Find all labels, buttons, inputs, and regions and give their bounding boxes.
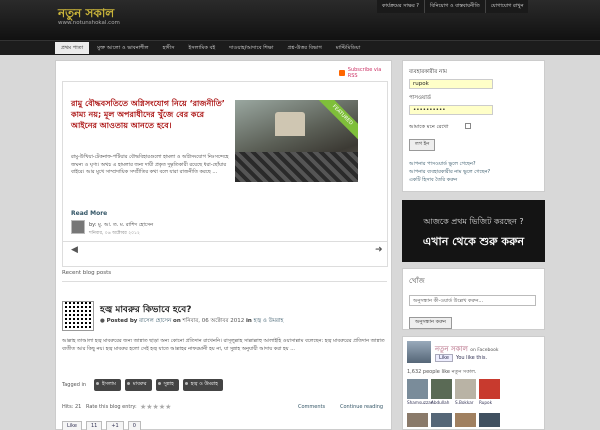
main-content: Subscribe via RSS রামু বৌদ্ধবসতিতে অগ্নি… [55, 60, 392, 430]
comments-link[interactable]: Comments [298, 404, 325, 410]
fb-face[interactable]: Abdullah [431, 379, 452, 405]
top-links: কার্যক্রমের সাক্ষর ? বিনিয়োগ ও বাস্তবায… [377, 0, 529, 13]
remember-checkbox[interactable] [465, 123, 471, 129]
nav-item-books[interactable]: ইসলামিক বই [183, 42, 222, 54]
tag-1[interactable]: ইসলাম [94, 379, 121, 391]
nav-item-hadith[interactable]: হাদীস [157, 42, 181, 54]
post-title[interactable]: হজ্ব মাবরুর কিভাবে হবে? [100, 302, 191, 317]
search-input[interactable]: অনুসন্ধান কী-ওয়ার্ড উল্লেখ করুন... [409, 295, 536, 306]
username-label: ব্যবহারকারীর নাম [409, 69, 447, 75]
featured-author[interactable]: by: মু. আ. ত. ম. রাশিদ হোসেন [89, 222, 153, 230]
post-author-link[interactable]: রাসেল হোসেন [139, 318, 171, 324]
fb-faces-row-2 [407, 413, 500, 427]
gplus-count: 0 [127, 421, 141, 430]
forgot-password-link[interactable]: আপনার পাসওয়ার্ড ভুলে গেছেন? [409, 160, 538, 168]
fb-like-count-text: 1,632 people like নতুন সকাল. [407, 369, 477, 375]
fb-like-button[interactable]: Like [62, 421, 82, 430]
post-category-link[interactable]: হজ্ব ও উমরাহ [254, 318, 284, 324]
recent-posts-heading: Recent blog posts [62, 270, 112, 276]
featured-excerpt: রামু-উখিয়া-টেকনাফ-পটিয়ার বৌদ্ধবিহারগুল… [71, 154, 229, 175]
tag-4[interactable]: হজ্ব ও উমরাহ [182, 379, 223, 391]
post-thumbnail[interactable] [62, 301, 94, 331]
toplink-2[interactable]: বিনিয়োগ ও বাস্তবায়নীতি [423, 0, 485, 13]
first-visit-banner[interactable]: আজকে প্রথম ভিজিট করছেন ? এখান থেকে শুরু … [402, 200, 545, 262]
post-excerpt: আল্লাহ তাআলা হজ্ব মাবরুরের জন্য জান্নাত … [62, 338, 385, 352]
rss-link[interactable]: Subscribe via RSS [339, 67, 391, 79]
create-account-link[interactable]: একটি হিসাব তৈরি করুন [409, 176, 538, 184]
tag-2[interactable]: মাবরুর [124, 379, 152, 391]
fb-face[interactable] [407, 413, 428, 427]
facebook-widget: নতুন সকাল on Facebook Like You like this.… [402, 336, 545, 430]
rating-stars[interactable]: ★★★★★ [140, 403, 171, 411]
fb-face[interactable] [455, 413, 476, 427]
continue-reading-link[interactable]: Continue reading [340, 404, 383, 410]
nav-item-2[interactable]: মুক্ত আলো ও ভাবনাশীল [91, 42, 154, 54]
divider [62, 281, 387, 282]
featured-title[interactable]: রামু বৌদ্ধবসতিতে অগ্নিসংযোগ নিয়ে ‘রাজনী… [71, 98, 231, 131]
featured-slider: রামু বৌদ্ধবসতিতে অগ্নিসংযোগ নিয়ে ‘রাজনী… [62, 81, 388, 267]
password-label: পাসওয়ার্ড [409, 95, 431, 101]
post-tags: Tagged in ইসলাম মাবরুর সুন্নাহ হজ্ব ও উম… [62, 379, 223, 391]
forgot-username-link[interactable]: আপনার ব্যবহারকারীর নাম ভুলে গেছেন? [409, 168, 538, 176]
nav-item-home[interactable]: প্রথম পাতা [55, 42, 90, 54]
site-header: নতুন সকাল www.notunshokal.com কার্যক্রমে… [0, 0, 600, 40]
site-url: www.notunshokal.com [58, 20, 120, 26]
nav-item-qa[interactable]: প্রশ্ন-উত্তর বিভাগ [282, 42, 328, 54]
fb-widget-like-button[interactable]: Like [435, 354, 453, 362]
toplink-1[interactable]: কার্যক্রমের সাক্ষর ? [377, 0, 424, 13]
featured-image[interactable]: FEATURED [235, 100, 358, 182]
page-avatar[interactable] [407, 341, 431, 363]
rubble-shape [235, 152, 358, 182]
author-avatar [71, 220, 85, 234]
featured-ribbon: FEATURED [318, 100, 358, 140]
fb-face[interactable]: Rupok [479, 379, 500, 405]
post-footer: Hits: 21 Rate this blog entry: ★★★★★ Com… [62, 403, 387, 414]
login-button[interactable]: লগ ইন [409, 139, 436, 151]
banner-line-1: আজকে প্রথম ভিজিট করছেন ? [423, 217, 524, 226]
post-meta: ● Posted by রাসেল হোসেন on শনিবার, 06 অক… [100, 318, 284, 324]
rss-icon [339, 70, 345, 76]
temple-shape [275, 112, 305, 136]
tag-3[interactable]: সুন্নাহ [155, 379, 179, 391]
remember-label: আমাকে মনে রেখো [409, 124, 449, 130]
search-heading: খোঁজ [409, 277, 425, 285]
slider-next-icon[interactable]: ➜ [375, 245, 383, 255]
fb-face[interactable] [479, 413, 500, 427]
fb-like-count: 11 [85, 421, 103, 430]
gplus-button[interactable]: +1 [106, 421, 124, 430]
slider-prev-icon[interactable]: ◀ [71, 245, 78, 255]
search-box: খোঁজ অনুসন্ধান কী-ওয়ার্ড উল্লেখ করুন...… [402, 268, 545, 330]
slider-divider [63, 241, 387, 242]
toplink-3[interactable]: যোগাযোগ রাখুন [484, 0, 529, 13]
fb-face[interactable]: Shamsuzzan [407, 379, 433, 405]
password-field[interactable]: •••••••••• [409, 105, 493, 115]
user-icon: ● [100, 318, 105, 324]
fb-face[interactable]: S.Bokkar [455, 379, 476, 405]
login-links: আপনার পাসওয়ার্ড ভুলে গেছেন? আপনার ব্যবহ… [402, 156, 545, 192]
rate-label: Rate this blog entry: [86, 404, 137, 410]
share-row: Like 11 +1 0 [62, 421, 141, 430]
login-box: ব্যবহারকারীর নাম rupok পাসওয়ার্ড ••••••… [402, 60, 545, 160]
banner-line-2: এখান থেকে শুরু করুন [422, 235, 525, 248]
fb-faces-row: Shamsuzzan Abdullah S.Bokkar Rupok [407, 379, 500, 405]
fb-face[interactable] [431, 413, 452, 427]
main-nav: প্রথম পাতা মুক্ত আলো ও ভাবনাশীল হাদীস ইস… [0, 40, 600, 55]
hits-count: Hits: 21 [62, 404, 82, 410]
search-button[interactable]: অনুসন্ধান করুন [409, 317, 452, 329]
username-field[interactable]: rupok [409, 79, 493, 89]
read-more-link[interactable]: Read More [71, 210, 107, 217]
featured-date: শনিবার, ০৬ অক্টোবর ২০১২ [89, 231, 140, 236]
fb-page-name[interactable]: নতুন সকাল [435, 345, 468, 353]
nav-item-multimedia[interactable]: মাল্টিমিডিয়া [330, 42, 366, 54]
nav-item-5[interactable]: দাওয়াহ/আদাবে শিক্ষা [223, 42, 279, 54]
